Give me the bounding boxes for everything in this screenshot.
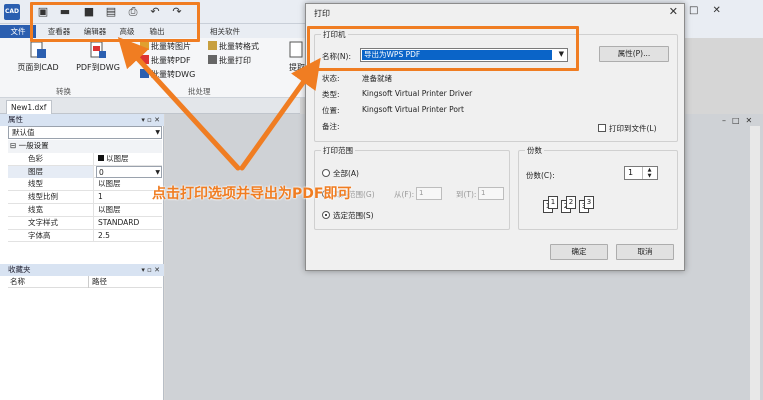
annotation-arrows xyxy=(117,36,321,171)
arrow-to-print-icon xyxy=(117,36,241,171)
arrow-to-printer-select xyxy=(239,57,321,171)
annotation-text: 点击打印选项并导出为PDF即可 xyxy=(152,186,352,202)
